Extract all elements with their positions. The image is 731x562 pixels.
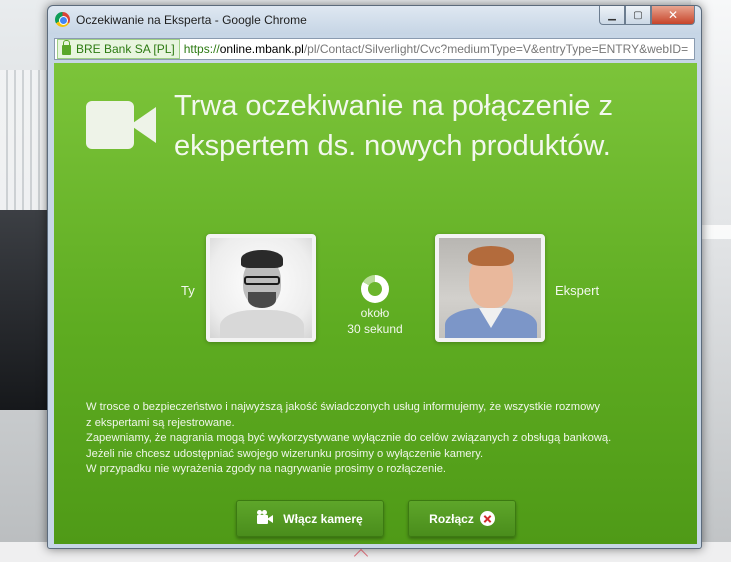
user-glasses [244,276,280,285]
url-path: /pl/Contact/Silverlight/Cvc?mediumType=V… [303,42,689,56]
enable-camera-button[interactable]: Włącz kamerę [236,500,384,537]
restore-button[interactable]: ▢ [625,6,651,25]
url-scheme: https:// [183,42,220,56]
notice-line: Jeżeli nie chcesz udostępniać swojego wi… [86,447,484,460]
disconnect-button[interactable]: Rozłącz [408,500,516,537]
notice-line: W przypadku nie wyrażenia zgody na nagry… [86,463,447,475]
page-title: Trwa oczekiwanie na połączenie z ekspert… [174,90,613,162]
enable-camera-label: Włącz kamerę [283,511,363,526]
notice-line: Zapewniamy, że nagrania mogą być wykorzy… [86,432,612,444]
window-titlebar[interactable]: Oczekiwanie na Eksperta - Google Chrome … [48,6,701,34]
close-button[interactable]: ✕ [651,6,695,25]
address-bar[interactable]: BRE Bank SA [PL] https:// online.mbank.p… [54,38,695,60]
minimize-button[interactable]: ▁ [599,6,625,25]
recording-notice: W trosce o bezpieczeństwo i najwyższą ja… [86,400,676,478]
video-camera-icon [257,509,275,525]
background-shelf [0,70,48,210]
waiting-panel: Trwa oczekiwanie na połączenie z ekspert… [54,63,697,544]
video-camera-icon [86,97,156,153]
user-beard [248,292,276,308]
wait-time-line1: około [360,306,390,320]
expert-hair [468,246,514,266]
camera-body [86,101,134,149]
ssl-badge[interactable]: BRE Bank SA [PL] [57,39,180,59]
wait-time-line2: 30 sekund [347,322,403,336]
you-label: Ty [181,283,195,298]
notice-line: z ekspertami są rejestrowane. [86,416,235,429]
disconnect-label: Rozłącz [429,511,474,526]
background-highlight [699,225,731,239]
window-controls: ▁ ▢ ✕ [599,6,695,25]
notice-line: W trosce o bezpieczeństwo i najwyższą ja… [86,401,600,413]
ssl-label: BRE Bank SA [PL] [76,42,175,56]
user-photo [206,234,316,342]
close-circle-icon [479,511,495,526]
background-cabinet [0,210,48,410]
user-hair [241,250,283,268]
chrome-popup-window: Oczekiwanie na Eksperta - Google Chrome … [47,5,702,549]
lock-icon [62,40,71,55]
expert-photo [435,234,545,342]
expert-label: Ekspert [555,283,600,298]
chrome-icon [55,12,70,27]
loading-spinner-icon [361,275,389,303]
wait-time: około 30 sekund [334,305,416,337]
camera-lens [130,107,156,143]
window-title: Oczekiwanie na Eksperta - Google Chrome [76,13,307,27]
url-host: online.mbank.pl [219,42,304,56]
user-shirt [220,310,304,338]
